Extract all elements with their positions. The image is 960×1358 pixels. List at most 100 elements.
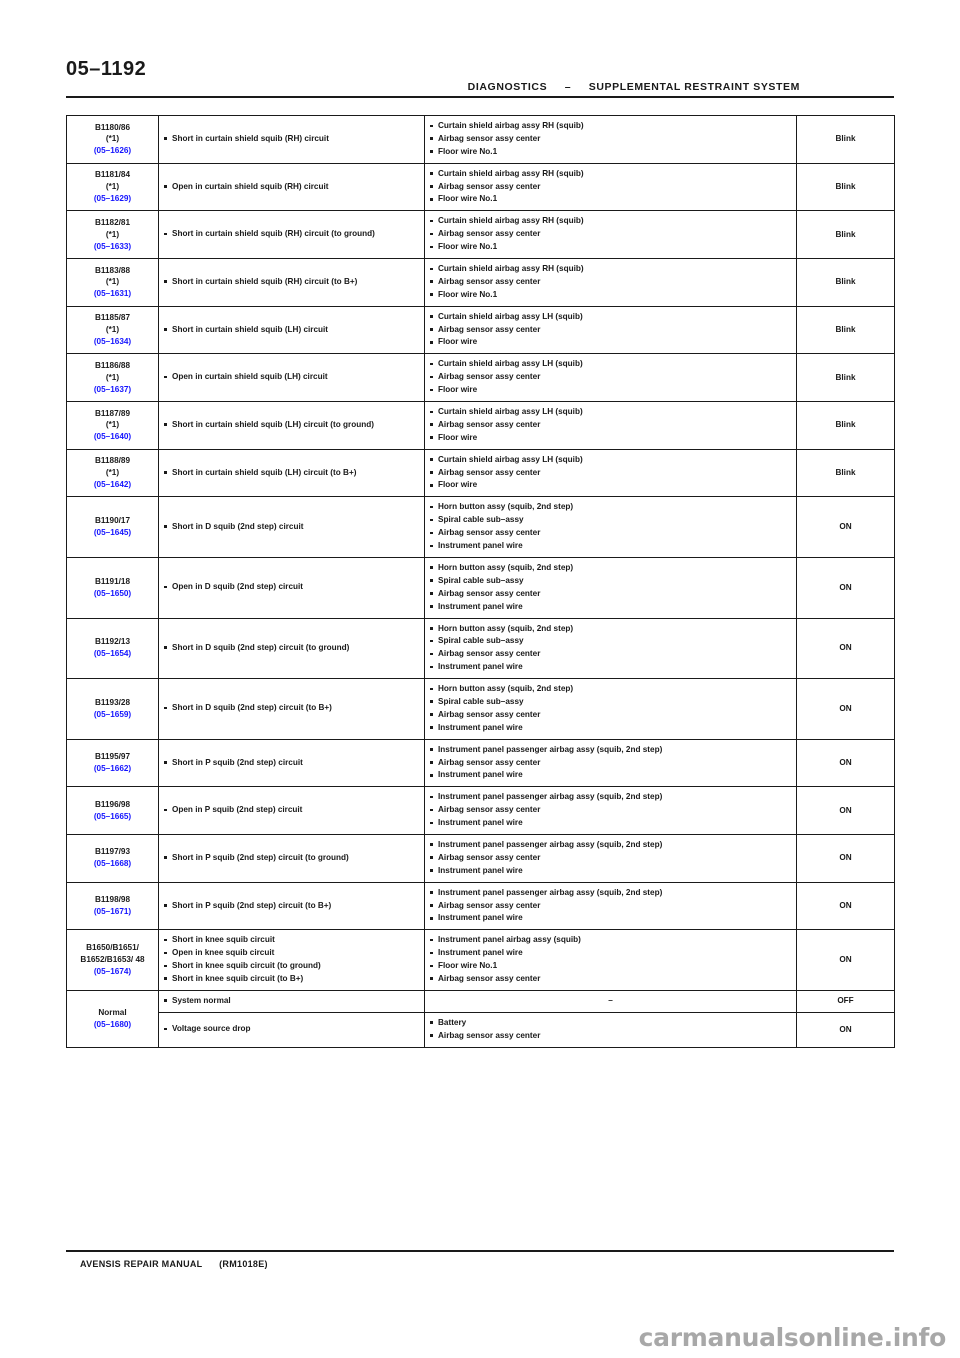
dtc-code-cell: Normal (05–1680) [66,989,159,1048]
trouble-item-list: Short in D squib (2nd step) circuit (to … [164,702,419,714]
suspect-item-list: Instrument panel airbag assy (squib) Inst… [430,934,791,985]
suspect-area-cell: Curtain shield airbag assy RH (squib) Air… [424,162,797,212]
table-row: B1190/17 (05–1645) Short in D squib (2nd s… [66,496,895,558]
trouble-item: Open in curtain shield squib (LH) circui… [164,371,419,383]
suspect-item-list: Curtain shield airbag assy LH (squib) Air… [430,358,791,396]
suspect-item: Airbag sensor assy center [430,648,791,660]
dtc-table: B1180/86 (*1) (05–1626) Short in curtain sh… [66,115,895,1048]
trouble-area-cell: Open in D squib (2nd step) circuit [158,556,425,619]
dtc-page-reference-link[interactable]: (05–1659) [72,709,153,721]
trouble-area-cell: Short in curtain shield squib (RH) circu… [158,115,425,164]
suspect-item: Instrument panel wire [430,769,791,781]
dtc-code-cell: B1181/84 (*1) (05–1629) [66,162,159,212]
suspect-item: Airbag sensor assy center [430,276,791,288]
table-row: B1185/87 (*1) (05–1634) Short in curtain sh… [66,305,895,355]
dtc-code-cell: B1196/98 (05–1665) [66,786,159,835]
warning-light-state: ON [796,929,895,991]
trouble-item-list: Short in curtain shield squib (RH) circu… [164,276,419,288]
dtc-page-reference-link[interactable]: (05–1671) [72,906,153,918]
dtc-page-reference-link[interactable]: (05–1650) [72,588,153,600]
warning-light-state: Blink [796,258,895,307]
warning-light-state: OFF [796,989,895,1013]
suspect-area-cell: Instrument panel passenger airbag assy (… [424,833,797,883]
trouble-item-list: Open in curtain shield squib (LH) circui… [164,371,419,383]
suspect-item-list: Horn button assy (squib, 2nd step) Spiral… [430,683,791,734]
suspect-area-cell: Battery Airbag sensor assy center [424,1011,797,1048]
dtc-page-reference-link[interactable]: (05–1654) [72,648,153,660]
trouble-item: Short in knee squib circuit (to B+) [164,973,419,985]
dtc-page-reference-link[interactable]: (05–1629) [72,193,153,205]
dtc-page-reference-link[interactable]: (05–1631) [72,288,153,300]
suspect-item: Spiral cable sub–assy [430,635,791,647]
dtc-code: B1186/88 [94,360,131,370]
suspect-item: Floor wire [430,479,791,491]
dtc-page-reference-link[interactable]: (05–1637) [72,384,153,396]
dtc-code-cell: B1187/89 (*1) (05–1640) [66,401,159,450]
table-row: B1183/88 (*1) (05–1631) Short in curtain sh… [66,258,895,307]
warning-light-state: Blink [796,162,895,212]
suspect-item: Instrument panel airbag assy (squib) [430,934,791,946]
trouble-item: System normal [164,995,419,1007]
trouble-item: Voltage source drop [164,1023,419,1035]
suspect-area-cell: Curtain shield airbag assy RH (squib) Air… [424,258,797,307]
dtc-page-reference-link[interactable]: (05–1680) [72,1019,153,1031]
dtc-page-reference-link[interactable]: (05–1640) [72,431,153,443]
dtc-code: B1196/98 [94,799,131,809]
dtc-code: B1191/18 [94,576,131,586]
suspect-item: Spiral cable sub–assy [430,514,791,526]
trouble-area-cell: Short in P squib (2nd step) circuit (to … [158,881,425,931]
suspect-item: Airbag sensor assy center [430,419,791,431]
suspect-item: Curtain shield airbag assy LH (squib) [430,358,791,370]
trouble-area-cell: Open in curtain shield squib (LH) circui… [158,353,425,403]
warning-light-state: ON [796,738,895,788]
trouble-area-cell: Open in curtain shield squib (RH) circui… [158,162,425,212]
footer-manual-code: (RM1018E) [219,1259,268,1269]
warning-light-state: Blink [796,305,895,355]
dtc-page-reference-link[interactable]: (05–1642) [72,479,153,491]
suspect-item: Horn button assy (squib, 2nd step) [430,623,791,635]
trouble-item-list: System normal [164,995,419,1007]
suspect-area-cell: Curtain shield airbag assy RH (squib) Air… [424,115,797,164]
trouble-item-list: Short in D squib (2nd step) circuit (to … [164,642,419,654]
trouble-item: Short in P squib (2nd step) circuit (to … [164,900,419,912]
dtc-code-cell: B1185/87 (*1) (05–1634) [66,305,159,355]
dtc-code: B1182/81 [94,217,131,227]
warning-light-state: ON [796,496,895,558]
warning-light-state: ON [796,556,895,619]
table-row: B1198/98 (05–1671) Short in P squib (2nd s… [66,881,895,931]
trouble-item: Open in curtain shield squib (RH) circui… [164,181,419,193]
dtc-page-reference-link[interactable]: (05–1633) [72,241,153,253]
table-row: B1181/84 (*1) (05–1629) Open in curtain shi… [66,162,895,212]
dtc-page-reference-link[interactable]: (05–1645) [72,527,153,539]
table-row: B1186/88 (*1) (05–1637) Open in curtain shi… [66,353,895,403]
dtc-page-reference-link[interactable]: (05–1662) [72,763,153,775]
table-row: B1195/97 (05–1662) Short in P squib (2nd s… [66,738,895,788]
dtc-page-reference-link[interactable]: (05–1634) [72,336,153,348]
dtc-code: B1197/93 [94,847,131,857]
suspect-area-cell: Curtain shield airbag assy LH (squib) Air… [424,305,797,355]
suspect-item: Instrument panel wire [430,661,791,673]
suspect-item: Curtain shield airbag assy RH (squib) [430,263,791,275]
dtc-code-cell: B1195/97 (05–1662) [66,738,159,788]
trouble-item-list: Short in P squib (2nd step) circuit (to … [164,900,419,912]
dtc-code: B1195/97 [94,752,131,762]
dtc-page-reference-link[interactable]: (05–1674) [72,966,153,978]
suspect-item: Airbag sensor assy center [430,852,791,864]
warning-light-state: Blink [796,353,895,403]
trouble-item: Short in D squib (2nd step) circuit [164,521,419,533]
dtc-page-reference-link[interactable]: (05–1668) [72,858,153,870]
suspect-area-cell: Horn button assy (squib, 2nd step) Spiral… [424,496,797,558]
dtc-code: B1193/28 [94,697,131,707]
suspect-item: Instrument panel wire [430,947,791,959]
dtc-footnote-marker: (*1) [105,420,120,430]
dtc-code-cell: B1186/88 (*1) (05–1637) [66,353,159,403]
trouble-item-list: Open in P squib (2nd step) circuit [164,804,419,816]
header-separator: – [564,81,572,93]
dtc-page-reference-link[interactable]: (05–1665) [72,811,153,823]
warning-light-state: ON [796,1011,895,1048]
dtc-page-reference-link[interactable]: (05–1626) [72,145,153,157]
suspect-item-list: Curtain shield airbag assy RH (squib) Air… [430,263,791,301]
suspect-area-cell: Instrument panel passenger airbag assy (… [424,738,797,788]
suspect-area-cell: Instrument panel passenger airbag assy (… [424,786,797,835]
suspect-item: Floor wire No.1 [430,241,791,253]
